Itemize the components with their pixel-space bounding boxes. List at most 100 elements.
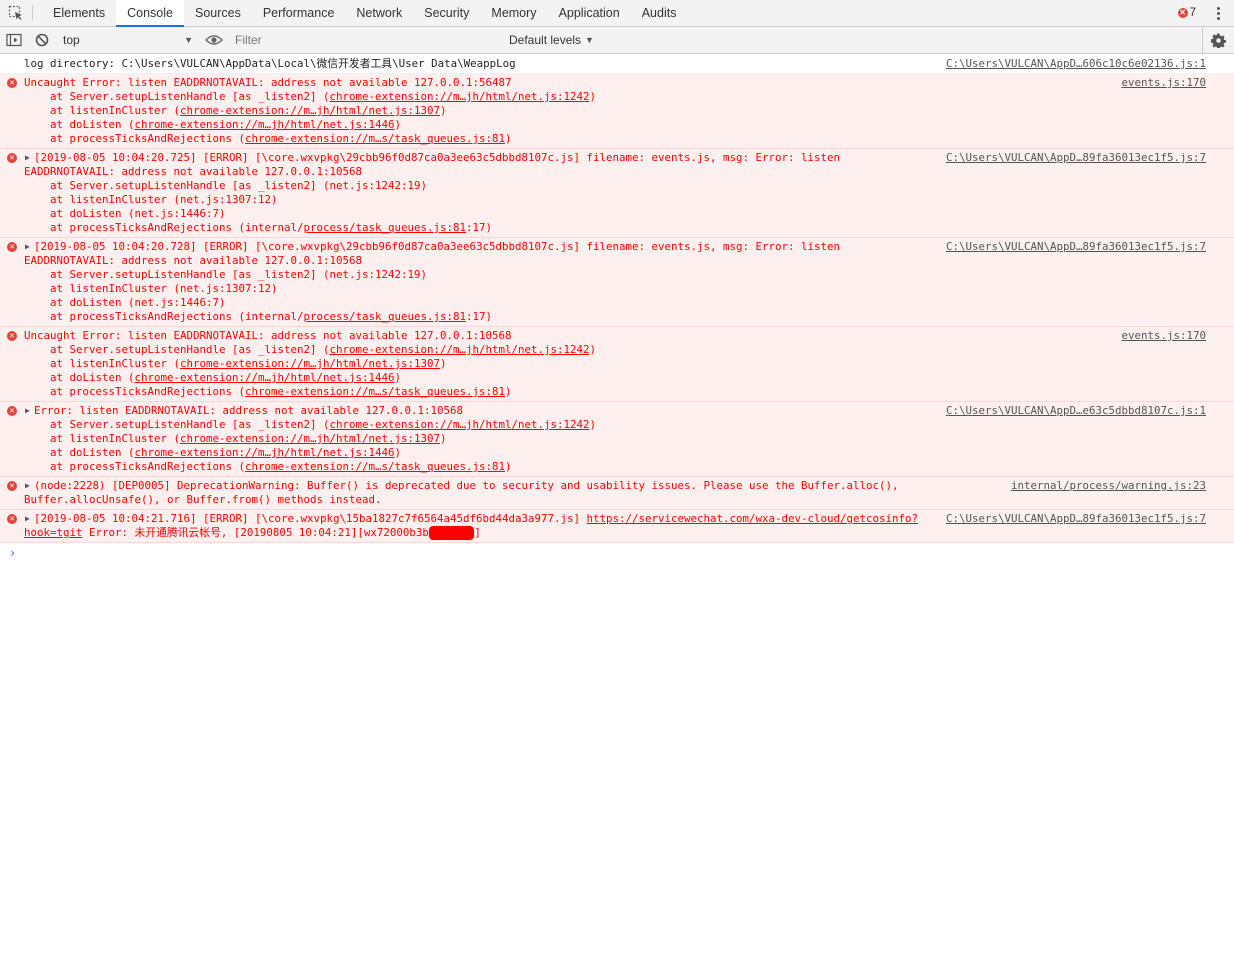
chevron-down-icon: ▼ [184, 35, 193, 45]
console-settings-button[interactable] [1202, 27, 1234, 53]
console-error-message: ✕ Uncaught Error: listen EADDRNOTAVAIL: a… [0, 327, 1234, 402]
log-levels-select[interactable]: Default levels ▼ [501, 33, 602, 47]
message-text: [2019-08-05 10:04:21.716] [ERROR] [\core… [34, 512, 587, 525]
stack-frame-end: ) [505, 385, 512, 398]
stack-frame-function: at doListen ( [50, 371, 135, 384]
stack-frame: at processTicksAndRejections (internal/p… [24, 310, 1206, 324]
message-source-link[interactable]: C:\Users\VULCAN\AppD…606c10c6e02136.js:1 [946, 57, 1206, 71]
tab-sources[interactable]: Sources [184, 0, 252, 26]
stack-frame-function: at processTicksAndRejections ( [50, 385, 246, 398]
stack-frame-link[interactable]: chrome-extension://m…jh/html/net.js:1242 [330, 343, 590, 356]
stack-frame: at doListen (net.js:1446:7) [24, 207, 1206, 221]
redacted-mark: xxxxxxx [428, 526, 475, 540]
stack-frame-link[interactable]: chrome-extension://m…jh/html/net.js:1446 [135, 446, 395, 459]
message-source-link[interactable]: internal/process/warning.js:23 [1010, 479, 1206, 493]
message-source-link[interactable]: C:\Users\VULCAN\AppD…89fa36013ec1f5.js:7 [945, 151, 1206, 165]
console-error-message: ✕ ▶ [2019-08-05 10:04:21.716] [ERROR] [\co… [0, 510, 1234, 543]
stack-frame-link[interactable]: chrome-extension://m…s/task_queues.js:81 [245, 460, 505, 473]
message-url[interactable]: hook=tgit [24, 526, 83, 539]
message-url[interactable]: https://servicewechat.com/wxa-dev-cloud/… [587, 512, 919, 525]
inspect-element-button[interactable] [0, 0, 32, 26]
expand-triangle-icon[interactable]: ▶ [25, 479, 30, 493]
stack-frame-link[interactable]: chrome-extension://m…jh/html/net.js:1242 [330, 90, 590, 103]
execution-context-select[interactable]: top ▼ [57, 30, 199, 50]
error-icon: ✕ [7, 406, 17, 416]
tab-performance[interactable]: Performance [252, 0, 346, 26]
error-icon: ✕ [7, 153, 17, 163]
stack-frame-end: ) [589, 90, 597, 103]
stack-frame-link[interactable]: chrome-extension://m…jh/html/net.js:1307 [180, 104, 440, 117]
stack-frame-function: at Server.setupListenHandle [as _listen2… [50, 418, 330, 431]
stack-frame: at processTicksAndRejections (chrome-ext… [24, 132, 1206, 146]
stack-frame-function: at processTicksAndRejections (internal/ [50, 221, 304, 234]
message-text: Buffer.allocUnsafe(), or Buffer.from() m… [24, 493, 382, 506]
stack-frame: at listenInCluster (net.js:1307:12) [24, 193, 1206, 207]
live-expression-button[interactable] [200, 27, 228, 53]
show-sidebar-button[interactable] [0, 27, 28, 53]
message-text: (node:2228) [DEP0005] DeprecationWarning… [34, 479, 899, 492]
stack-frame-link[interactable]: chrome-extension://m…jh/html/net.js:1307 [180, 432, 440, 445]
stack-frame-function: at processTicksAndRejections (internal/ [50, 310, 304, 323]
stack-frame-function: at processTicksAndRejections ( [50, 132, 246, 145]
tab-network[interactable]: Network [345, 0, 413, 26]
stack-frame: at processTicksAndRejections (chrome-ext… [24, 460, 1206, 474]
more-options-icon[interactable] [1206, 6, 1230, 20]
message-text: [2019-08-05 10:04:20.728] [ERROR] [\core… [34, 240, 841, 253]
stack-frame-function: at doListen ( [50, 446, 135, 459]
console-error-message: ✕ ▶ [2019-08-05 10:04:20.728] [ERROR] [\co… [0, 238, 1234, 327]
tab-security[interactable]: Security [413, 0, 480, 26]
tab-console[interactable]: Console [116, 0, 184, 27]
expand-triangle-icon[interactable]: ▶ [25, 512, 30, 526]
stack-frame-function: at processTicksAndRejections ( [50, 460, 246, 473]
message-source-link[interactable]: events.js:170 [1121, 329, 1206, 343]
stack-frame: at processTicksAndRejections (chrome-ext… [24, 385, 1206, 399]
stack-frame-function: at Server.setupListenHandle [as _listen2… [50, 90, 330, 103]
eye-icon [205, 35, 223, 45]
expand-triangle-icon[interactable]: ▶ [25, 240, 30, 254]
stack-frame: at Server.setupListenHandle [as _listen2… [24, 90, 1206, 104]
tab-memory[interactable]: Memory [480, 0, 547, 26]
tab-application[interactable]: Application [548, 0, 631, 26]
message-source-link[interactable]: events.js:170 [1121, 76, 1206, 90]
clear-console-button[interactable] [28, 27, 56, 53]
expand-triangle-icon[interactable]: ▶ [25, 404, 30, 418]
stack-frame-link[interactable]: chrome-extension://m…jh/html/net.js:1242 [330, 418, 590, 431]
tab-elements[interactable]: Elements [42, 0, 116, 26]
error-icon: ✕ [7, 481, 17, 491]
stack-frame: at doListen (chrome-extension://m…jh/htm… [24, 446, 1206, 460]
message-source-link[interactable]: C:\Users\VULCAN\AppD…89fa36013ec1f5.js:7 [945, 512, 1206, 526]
message-source-link[interactable]: C:\Users\VULCAN\AppD…89fa36013ec1f5.js:7 [945, 240, 1206, 254]
stack-frame-end: ) [589, 343, 597, 356]
stack-frame-function: at Server.setupListenHandle [as _listen2… [50, 268, 428, 281]
console-error-message: ✕ Uncaught Error: listen EADDRNOTAVAIL: a… [0, 74, 1234, 149]
stack-frame-end: ) [589, 418, 597, 431]
error-counter[interactable]: ✕ 7 [1177, 7, 1196, 19]
message-text: EADDRNOTAVAIL: address not available 127… [24, 165, 363, 178]
stack-frame-link[interactable]: chrome-extension://m…s/task_queues.js:81 [245, 132, 505, 145]
stack-frame-function: at listenInCluster ( [50, 104, 181, 117]
stack-frame-link[interactable]: chrome-extension://m…jh/html/net.js:1307 [180, 357, 440, 370]
tab-audits[interactable]: Audits [631, 0, 688, 26]
stack-frame: at Server.setupListenHandle [as _listen2… [24, 179, 1206, 193]
message-text: Error: listen EADDRNOTAVAIL: address not… [34, 404, 464, 417]
stack-frame-link[interactable]: chrome-extension://m…jh/html/net.js:1446 [135, 371, 395, 384]
console-toolbar: top ▼ Default levels ▼ [0, 27, 1234, 54]
message-text: Error: 未开通腾讯云帐号, [20190805 10:04:21][wx7… [82, 526, 429, 539]
message-source-link[interactable]: C:\Users\VULCAN\AppD…e63c5dbbd8107c.js:1 [945, 404, 1206, 418]
inspect-cursor-icon [8, 5, 22, 20]
stack-frame: at listenInCluster (chrome-extension://m… [24, 432, 1206, 446]
levels-label: Default levels [509, 33, 582, 47]
filter-input[interactable] [229, 30, 501, 50]
stack-frame-link[interactable]: process/task_queues.js:81 [304, 221, 467, 234]
expand-triangle-icon[interactable]: ▶ [25, 151, 30, 165]
gear-icon [1211, 32, 1226, 48]
console-prompt[interactable]: › [0, 544, 1234, 560]
sidebar-toggle-icon [6, 33, 22, 47]
stack-frame-function: at Server.setupListenHandle [as _listen2… [50, 179, 428, 192]
stack-frame-end: ) [440, 104, 447, 117]
stack-frame-link[interactable]: chrome-extension://m…s/task_queues.js:81 [245, 385, 505, 398]
stack-frame: at doListen (chrome-extension://m…jh/htm… [24, 371, 1206, 385]
stack-frame-link[interactable]: chrome-extension://m…jh/html/net.js:1446 [135, 118, 395, 131]
stack-frame-function: at doListen (net.js:1446:7) [50, 296, 226, 309]
stack-frame-link[interactable]: process/task_queues.js:81 [304, 310, 467, 323]
